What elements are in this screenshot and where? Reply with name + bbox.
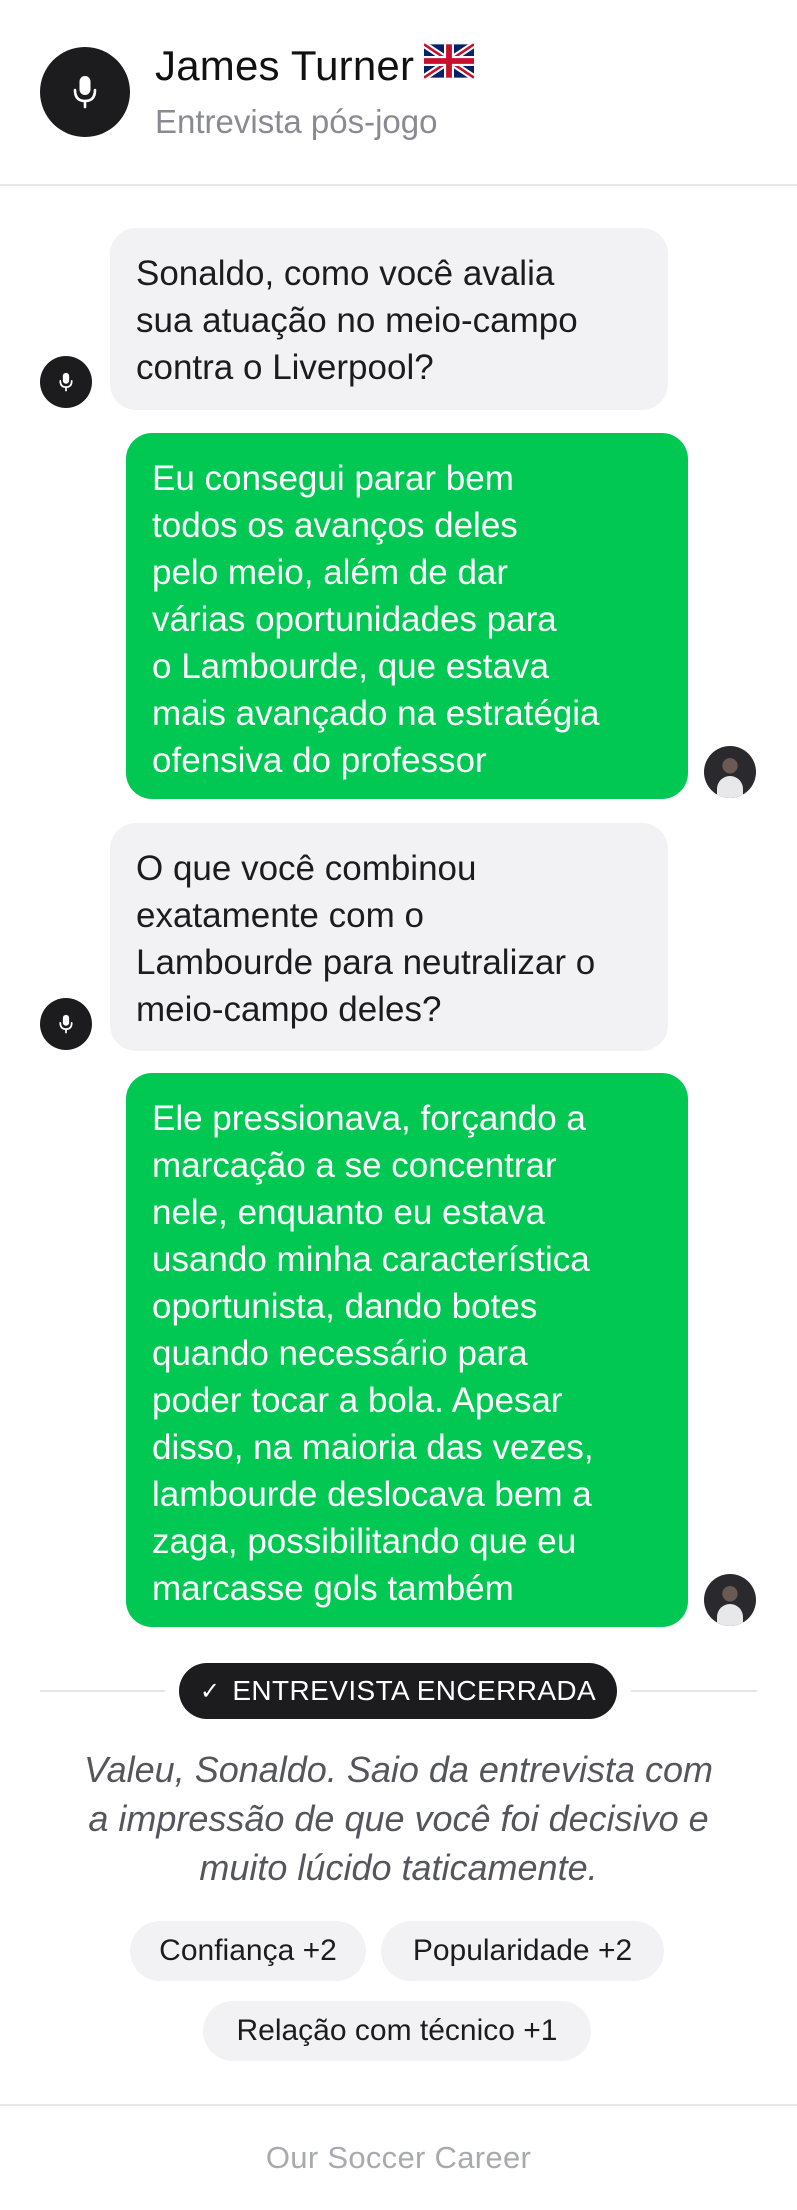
message-line: O que você combinou bbox=[136, 849, 477, 888]
message-line: marcação a se concentrar bbox=[152, 1146, 557, 1185]
closing-line: muito lúcido taticamente. bbox=[199, 1847, 598, 1888]
interviewer-mini-avatar bbox=[40, 356, 92, 408]
effect-chip-confidence: Confiança +2 bbox=[130, 1921, 366, 1981]
message-line: zaga, possibilitando que eu bbox=[152, 1522, 577, 1561]
player-answer-bubble: Eu consegui parar bem todos os avanços d… bbox=[126, 433, 688, 799]
divider-right bbox=[631, 1690, 757, 1692]
message-line: sua atuação no meio-campo bbox=[136, 301, 578, 340]
effect-chip-label: Relação com técnico +1 bbox=[236, 2014, 558, 2047]
message-line: várias oportunidades para bbox=[152, 600, 557, 639]
app-footer: Our Soccer Career bbox=[0, 2104, 797, 2210]
player-answer-bubble: Ele pressionava, forçando a marcação a s… bbox=[126, 1073, 688, 1627]
message-line: todos os avanços deles bbox=[152, 506, 518, 545]
closing-line: a impressão de que você foi decisivo e bbox=[88, 1798, 709, 1839]
message-line: o Lambourde, que estava bbox=[152, 647, 549, 686]
interviewer-name: James Turner bbox=[155, 42, 415, 89]
message-line: meio-campo deles? bbox=[136, 990, 442, 1029]
microphone-icon bbox=[59, 372, 73, 392]
interview-ended-badge: ✓ ENTREVISTA ENCERRADA bbox=[179, 1663, 617, 1719]
message-line: nele, enquanto eu estava bbox=[152, 1193, 546, 1232]
message-line: Sonaldo, como você avalia bbox=[136, 254, 555, 293]
effect-chip-popularity: Popularidade +2 bbox=[381, 1921, 664, 1981]
message-line: usando minha característica bbox=[152, 1240, 590, 1279]
message-line: lambourde deslocava bem a bbox=[152, 1475, 592, 1514]
message-line: Eu consegui parar bem bbox=[152, 459, 514, 498]
interviewer-name-row: James Turner bbox=[155, 41, 477, 90]
message-line: exatamente com o bbox=[136, 896, 424, 935]
message-line: ofensiva do professor bbox=[152, 741, 487, 780]
interviewer-question-bubble: Sonaldo, como você avalia sua atuação no… bbox=[110, 228, 668, 410]
check-icon: ✓ bbox=[199, 1677, 221, 1705]
interview-ended-label: ENTREVISTA ENCERRADA bbox=[232, 1675, 597, 1706]
chat-header: James Turner Entrevista pós-jogo bbox=[0, 0, 797, 186]
closing-line: Valeu, Sonaldo. Saio da entrevista com bbox=[83, 1749, 714, 1790]
app-brand-name: Our Soccer Career bbox=[265, 2140, 532, 2175]
interviewer-mini-avatar bbox=[40, 998, 92, 1050]
message-line: poder tocar a bola. Apesar bbox=[152, 1381, 563, 1420]
message-line: quando necessário para bbox=[152, 1334, 528, 1373]
message-line: disso, na maioria das vezes, bbox=[152, 1428, 594, 1467]
interviewer-avatar[interactable] bbox=[40, 47, 130, 137]
uk-flag-icon bbox=[422, 41, 477, 89]
closing-remark: Valeu, Sonaldo. Saio da entrevista com a… bbox=[40, 1745, 757, 1892]
message-line: mais avançado na estratégia bbox=[152, 694, 600, 733]
message-line: contra o Liverpool? bbox=[136, 348, 434, 387]
microphone-icon bbox=[59, 1014, 73, 1034]
effect-chip-coach-relation: Relação com técnico +1 bbox=[203, 2001, 591, 2061]
effect-chip-label: Confiança +2 bbox=[159, 1934, 337, 1967]
player-avatar bbox=[704, 1574, 756, 1626]
effect-chip-label: Popularidade +2 bbox=[412, 1934, 633, 1967]
interviewer-question-bubble: O que você combinou exatamente com o Lam… bbox=[110, 823, 668, 1051]
divider-left bbox=[40, 1690, 165, 1692]
message-line: Ele pressionava, forçando a bbox=[152, 1099, 586, 1138]
player-avatar bbox=[704, 746, 756, 798]
microphone-icon bbox=[73, 76, 97, 109]
message-line: pelo meio, além de dar bbox=[152, 553, 509, 592]
message-line: oportunista, dando botes bbox=[152, 1287, 538, 1326]
message-line: marcasse gols também bbox=[152, 1569, 514, 1608]
interview-type-label: Entrevista pós-jogo bbox=[155, 103, 438, 140]
message-line: Lambourde para neutralizar o bbox=[136, 943, 596, 982]
